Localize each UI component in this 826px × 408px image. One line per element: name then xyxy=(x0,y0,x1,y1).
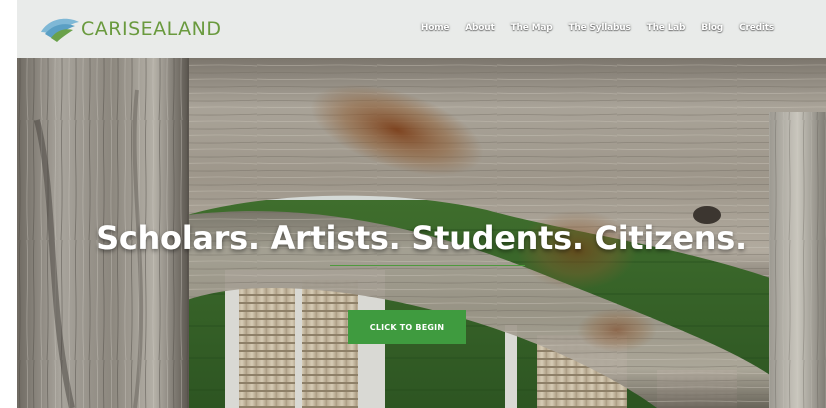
page: CARISEALAND Home About The Map The Sylla… xyxy=(0,0,826,408)
main-navigation: Home About The Map The Syllabus The Lab … xyxy=(405,20,774,36)
nav-item-blog[interactable]: Blog xyxy=(701,20,723,36)
hero-background-image xyxy=(17,0,826,408)
hero-headline: Scholars. Artists. Students. Citizens. xyxy=(96,219,747,257)
headline-accent-rule xyxy=(330,265,525,266)
nav-item-the-lab[interactable]: The Lab xyxy=(647,20,686,36)
nav-item-the-map[interactable]: The Map xyxy=(511,20,553,36)
click-to-begin-button[interactable]: CLICK TO BEGIN xyxy=(348,310,466,344)
site-header: CARISEALAND Home About The Map The Sylla… xyxy=(17,0,826,58)
nav-item-the-syllabus[interactable]: The Syllabus xyxy=(568,20,630,36)
site-logo[interactable]: CARISEALAND xyxy=(39,12,222,46)
nav-item-home[interactable]: Home xyxy=(421,20,450,36)
brand-name: CARISEALAND xyxy=(81,17,222,40)
hero-photo xyxy=(17,0,826,408)
nav-item-about[interactable]: About xyxy=(465,20,495,36)
leaf-wave-logo-icon xyxy=(41,18,79,42)
nav-item-credits[interactable]: Credits xyxy=(739,20,774,36)
